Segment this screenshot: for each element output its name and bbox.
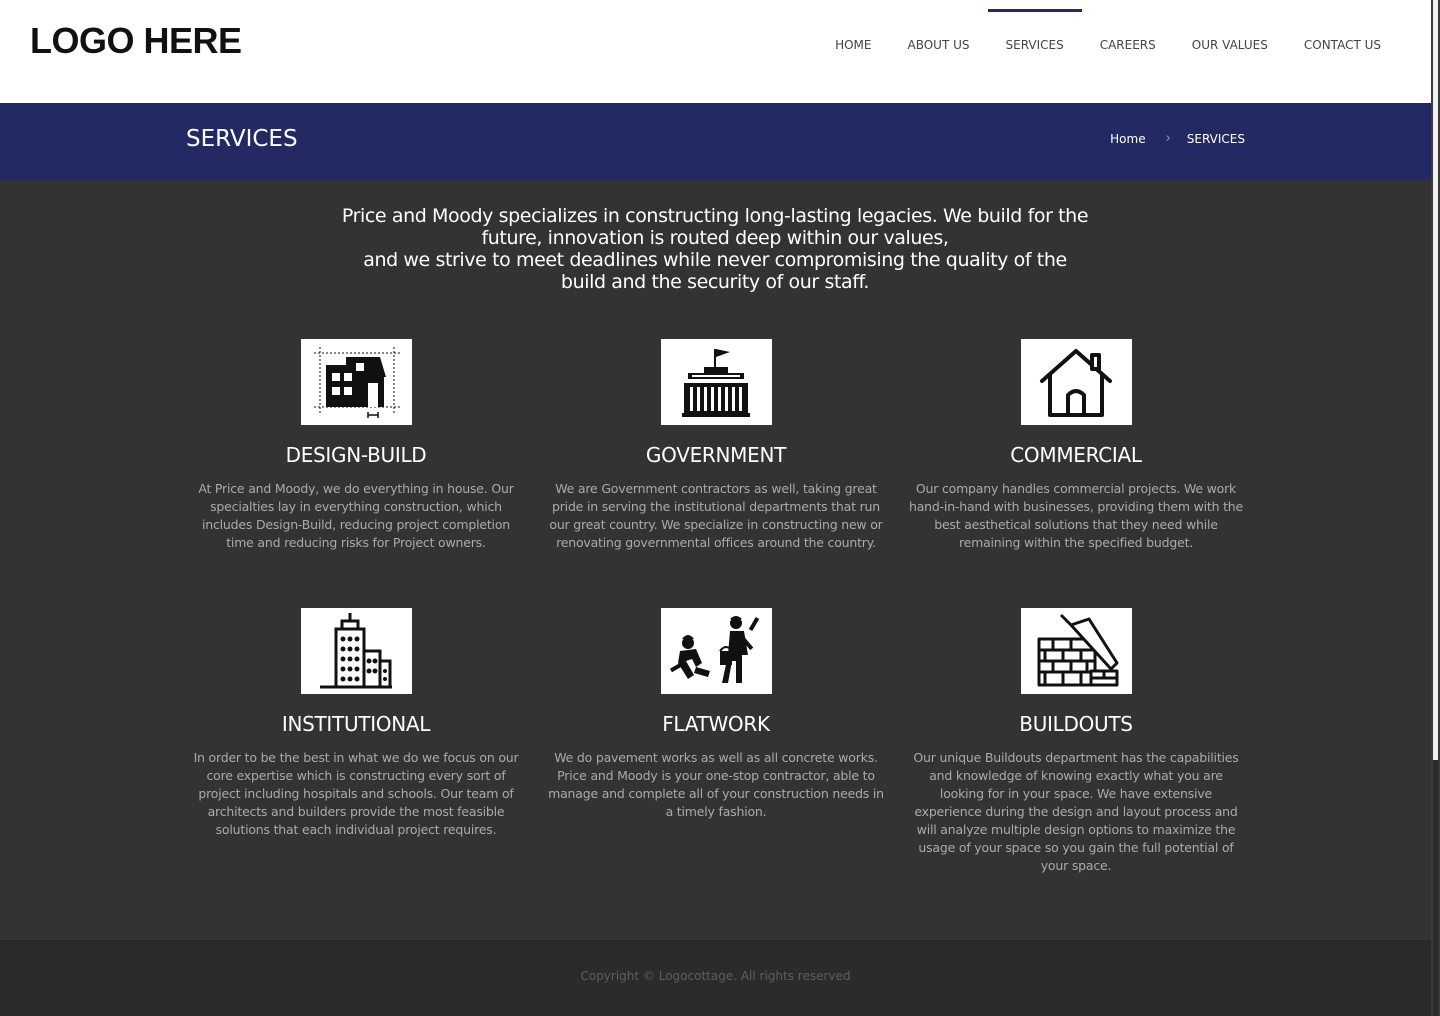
service-icon-box — [1020, 339, 1132, 425]
nav-label: OUR VALUES — [1191, 37, 1268, 52]
service-description: In order to be the best in what we do we… — [193, 750, 519, 837]
vertical-scrollbar[interactable] — [1431, 0, 1440, 1016]
intro-line-2: and we strive to meet deadlines while ne… — [363, 249, 1067, 293]
service-title: BUILDOUTS — [1019, 712, 1133, 736]
service-title: FLATWORK — [662, 712, 770, 736]
service-design-build: DESIGN-BUILD At Price and Moody, we do e… — [186, 339, 526, 552]
city-buildings-icon — [320, 613, 392, 689]
scrollbar-thumb[interactable] — [1433, 0, 1438, 760]
service-description: We are Government contractors as well, t… — [549, 481, 883, 550]
breadcrumb: Home › SERVICES — [1110, 131, 1245, 146]
service-icon-box — [660, 608, 772, 694]
government-building-icon — [682, 349, 750, 417]
service-description: Our company handles commercial projects.… — [908, 481, 1244, 550]
nav-label: CONTACT US — [1303, 37, 1381, 52]
service-icon-box — [1020, 608, 1132, 694]
nav-item-careers[interactable]: CAREERS — [1082, 0, 1174, 103]
nav-item-about-us[interactable]: ABOUT US — [889, 0, 987, 103]
service-buildouts: BUILDOUTS Our unique Buildouts departmen… — [906, 608, 1246, 875]
service-icon-box — [660, 339, 772, 425]
copyright-text: Copyright © Logocottage. All rights rese… — [580, 969, 851, 983]
scrollbar-track[interactable] — [1433, 760, 1438, 1016]
intro-line-1: Price and Moody specializes in construct… — [341, 205, 1089, 249]
nav-item-home[interactable]: HOME — [817, 0, 889, 103]
nav-item-contact-us[interactable]: CONTACT US — [1286, 0, 1399, 103]
service-description: Our unique Buildouts department has the … — [913, 750, 1239, 873]
workers-icon — [669, 616, 760, 683]
brick-trowel-icon — [1037, 613, 1119, 687]
nav-item-our-values[interactable]: OUR VALUES — [1174, 0, 1286, 103]
chevron-right-icon: › — [1165, 131, 1171, 146]
nav-label: SERVICES — [1005, 37, 1064, 52]
nav-label: ABOUT US — [907, 37, 970, 52]
service-description: At Price and Moody, we do everything in … — [198, 481, 514, 550]
service-icon-box — [300, 608, 412, 694]
house-icon — [1040, 349, 1112, 417]
site-header: LOGO HERE HOME ABOUT US SERVICES CAREERS… — [0, 0, 1431, 103]
breadcrumb-home-link[interactable]: Home — [1110, 132, 1145, 146]
service-title: INSTITUTIONAL — [281, 712, 431, 736]
intro-text: Price and Moody specializes in construct… — [340, 205, 1090, 293]
nav-label: CAREERS — [1099, 37, 1156, 52]
title-bar: SERVICES Home › SERVICES — [0, 103, 1431, 180]
nav-item-services[interactable]: SERVICES — [987, 0, 1082, 103]
service-icon-box — [300, 339, 412, 425]
breadcrumb-current: SERVICES — [1186, 131, 1245, 146]
logo[interactable]: LOGO HERE — [30, 20, 242, 62]
service-title: DESIGN-BUILD — [285, 443, 427, 467]
service-title: GOVERNMENT — [645, 443, 787, 467]
service-flatwork: FLATWORK We do pavement works as well as… — [546, 608, 886, 821]
site-footer: Copyright © Logocottage. All rights rese… — [0, 940, 1431, 1016]
service-institutional: INSTITUTIONAL In order to be the best in… — [186, 608, 526, 839]
nav-label: HOME — [835, 37, 872, 52]
service-commercial: COMMERCIAL Our company handles commercia… — [906, 339, 1246, 552]
page: LOGO HERE HOME ABOUT US SERVICES CAREERS… — [0, 0, 1431, 1016]
service-description: We do pavement works as well as all conc… — [548, 750, 884, 819]
main-nav: HOME ABOUT US SERVICES CAREERS OUR VALUE… — [817, 0, 1399, 103]
blueprint-house-icon — [314, 347, 400, 418]
service-government: GOVERNMENT We are Government contractors… — [546, 339, 886, 552]
service-title: COMMERCIAL — [1010, 443, 1142, 467]
page-title: SERVICES — [186, 126, 298, 152]
